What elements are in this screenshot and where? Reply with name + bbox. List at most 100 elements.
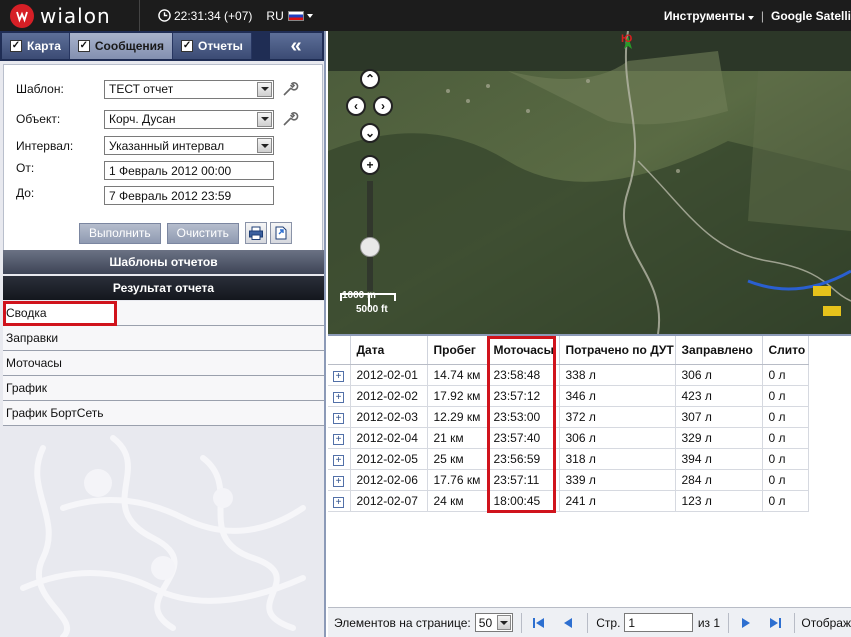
interval-select[interactable]: Указанный интервал: [104, 136, 274, 155]
expand-plus-icon[interactable]: +: [333, 412, 344, 424]
chevron-down-icon[interactable]: [257, 138, 272, 153]
checkbox-icon[interactable]: ✓: [181, 40, 194, 52]
result-item-summary[interactable]: Сводка: [3, 301, 117, 326]
table-row[interactable]: + 2012-02-02 17.92 км 23:57:12 346 л 423…: [328, 385, 809, 407]
object-select[interactable]: Корч. Дусан: [104, 109, 274, 129]
col-header-drained[interactable]: Слито: [762, 336, 809, 365]
tools-menu-label: Инструменты: [663, 8, 745, 23]
cell-date: 2012-02-06: [350, 469, 428, 491]
wrench-icon[interactable]: [280, 79, 300, 99]
table-row[interactable]: + 2012-02-05 25 км 23:56:59 318 л 394 л …: [328, 448, 809, 470]
execute-button[interactable]: Выполнить: [79, 222, 161, 244]
scale-metric: 1000 m: [342, 290, 376, 301]
export-button[interactable]: [269, 222, 292, 244]
expand-plus-icon[interactable]: +: [333, 370, 344, 382]
report-result-header[interactable]: Результат отчета: [3, 276, 324, 300]
result-item-engine-hours[interactable]: Моточасы: [3, 351, 324, 376]
per-page-label: Элементов на странице:: [334, 615, 471, 630]
cell-engine-hours: 23:57:12: [487, 385, 560, 407]
cell-refueled: 329 л: [675, 427, 763, 449]
russia-flag-icon: [287, 10, 304, 21]
col-header-date[interactable]: Дата: [350, 336, 428, 365]
cell-fuel-consumed: 241 л: [559, 490, 676, 512]
cell-date: 2012-02-02: [350, 385, 428, 407]
first-page-button[interactable]: [528, 612, 551, 634]
tab-map[interactable]: ✓ Карта: [2, 33, 70, 59]
result-item-chart[interactable]: График: [3, 376, 324, 401]
template-select[interactable]: ТЕСТ отчет: [104, 79, 274, 99]
table-row[interactable]: + 2012-02-06 17.76 км 23:57:11 339 л 284…: [328, 469, 809, 491]
expand-cell[interactable]: +: [328, 490, 351, 512]
wrench-icon[interactable]: [280, 109, 300, 129]
tab-messages[interactable]: ✓ Сообщения: [69, 33, 174, 59]
page-label: Стр.: [596, 615, 621, 630]
next-page-button[interactable]: [735, 612, 758, 634]
pan-down-button[interactable]: ⌄: [360, 123, 380, 143]
next-page-icon: [742, 617, 751, 628]
checkbox-icon[interactable]: ✓: [10, 40, 22, 52]
expand-cell[interactable]: +: [328, 427, 351, 449]
map-view[interactable]: ⌃ ‹ › ⌄ + Ю 1000 m 5000 ft: [328, 31, 851, 334]
cell-refueled: 306 л: [675, 364, 763, 386]
object-value: Корч. Дусан: [109, 112, 176, 126]
pan-up-button[interactable]: ⌃: [360, 69, 380, 89]
table-row[interactable]: + 2012-02-07 24 км 18:00:45 241 л 123 л …: [328, 490, 809, 512]
collapse-panel-button[interactable]: «: [270, 33, 322, 59]
table-row[interactable]: + 2012-02-04 21 км 23:57:40 306 л 329 л …: [328, 427, 809, 449]
report-templates-header[interactable]: Шаблоны отчетов: [3, 250, 324, 274]
panel-tabs: ✓ Карта ✓ Сообщения ✓ Отчеты «: [0, 31, 324, 61]
logo-text: wialon: [40, 3, 111, 28]
to-date-field[interactable]: 7 Февраль 2012 23:59: [104, 186, 274, 205]
language-selector[interactable]: RU: [266, 9, 313, 23]
expand-plus-icon[interactable]: +: [333, 496, 344, 508]
zoom-slider-handle[interactable]: [360, 237, 380, 257]
col-header-engine-hours[interactable]: Моточасы: [487, 336, 560, 365]
cell-engine-hours: 23:53:00: [487, 406, 560, 428]
expand-cell[interactable]: +: [328, 448, 351, 470]
table-row[interactable]: + 2012-02-01 14.74 км 23:58:48 338 л 306…: [328, 364, 809, 386]
per-page-select[interactable]: 50: [474, 613, 513, 632]
cell-drained: 0 л: [762, 364, 809, 386]
pan-left-button[interactable]: ‹: [346, 96, 366, 116]
expand-plus-icon[interactable]: +: [333, 433, 344, 445]
expand-plus-icon[interactable]: +: [333, 475, 344, 487]
printer-icon: [248, 226, 263, 240]
chevron-down-icon[interactable]: [496, 615, 511, 630]
result-item-onboard-chart[interactable]: График БортСеть: [3, 401, 324, 426]
result-item-refuels[interactable]: Заправки: [3, 326, 324, 351]
tab-reports-label: Отчеты: [198, 39, 243, 53]
table-row[interactable]: + 2012-02-03 12.29 км 23:53:00 372 л 307…: [328, 406, 809, 428]
cell-fuel-consumed: 306 л: [559, 427, 676, 449]
prev-page-icon: [563, 617, 572, 628]
zoom-in-button[interactable]: +: [360, 155, 380, 175]
tools-menu[interactable]: Инструменты: [664, 9, 754, 23]
prev-page-button[interactable]: [557, 612, 580, 634]
cell-date: 2012-02-07: [350, 490, 428, 512]
expand-plus-icon[interactable]: +: [333, 391, 344, 403]
expand-plus-icon[interactable]: +: [333, 454, 344, 466]
from-date-field[interactable]: 1 Февраль 2012 00:00: [104, 161, 274, 180]
clear-button[interactable]: Очистить: [166, 222, 239, 244]
last-page-button[interactable]: [764, 612, 787, 634]
page-number-input[interactable]: 1: [624, 613, 693, 632]
chevron-down-icon[interactable]: [257, 111, 272, 127]
col-header-fuel-consumed[interactable]: Потрачено по ДУТ: [559, 336, 676, 365]
cell-fuel-consumed: 339 л: [559, 469, 676, 491]
col-header-mileage[interactable]: Пробег: [427, 336, 488, 365]
expand-cell[interactable]: +: [328, 469, 351, 491]
zoom-slider-track[interactable]: [367, 181, 373, 291]
checkbox-icon[interactable]: ✓: [77, 40, 90, 52]
expand-cell[interactable]: +: [328, 406, 351, 428]
report-table: Дата Пробег Моточасы Потрачено по ДУТ За…: [328, 336, 809, 512]
print-button[interactable]: [244, 222, 267, 244]
expand-cell[interactable]: +: [328, 385, 351, 407]
wialon-logo[interactable]: wialon: [0, 0, 140, 31]
tab-reports[interactable]: ✓ Отчеты: [173, 33, 252, 59]
chevron-down-icon[interactable]: [257, 81, 272, 97]
col-header-refueled[interactable]: Заправлено: [675, 336, 763, 365]
export-icon: [275, 226, 287, 240]
cell-fuel-consumed: 372 л: [559, 406, 676, 428]
expand-cell[interactable]: +: [328, 364, 351, 386]
pan-right-button[interactable]: ›: [373, 96, 393, 116]
map-source-selector[interactable]: Google Satelli: [771, 9, 851, 23]
